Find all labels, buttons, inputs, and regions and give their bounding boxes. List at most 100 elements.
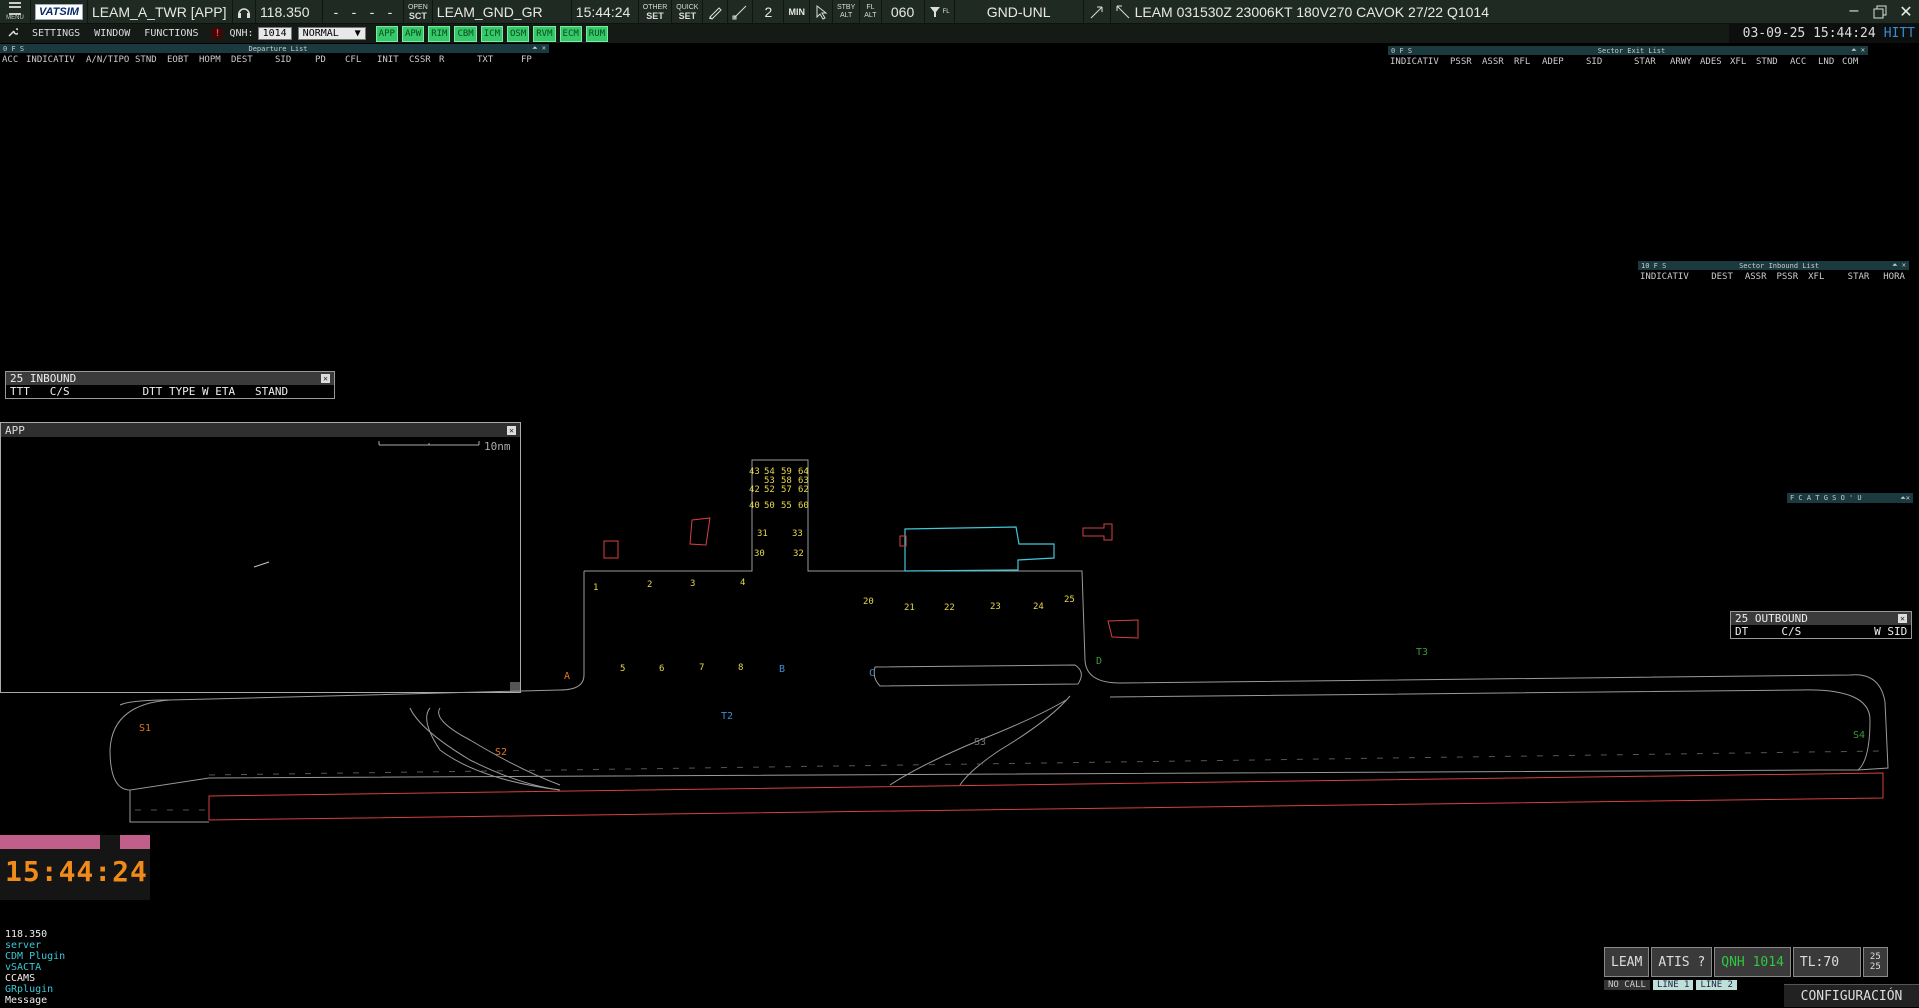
app-titlebar[interactable]: APP ✕ [1, 423, 520, 437]
column-header[interactable]: FP [521, 55, 535, 65]
qnh-input[interactable]: 1014 [257, 27, 292, 40]
dash-3[interactable]: - [370, 4, 375, 20]
app-radar-view[interactable]: 10nm [1, 437, 520, 692]
column-header[interactable]: DEST [1711, 272, 1745, 282]
close-icon[interactable]: ✕ [1861, 46, 1865, 54]
ruler-button[interactable] [728, 0, 754, 23]
close-icon[interactable]: ✕ [507, 425, 516, 435]
layer-button-apw[interactable]: APW [401, 25, 425, 42]
alert-button[interactable]: ! [211, 28, 224, 39]
collapse-icon[interactable]: ⏶ [1851, 46, 1857, 54]
column-header[interactable]: PSSR [1450, 57, 1482, 67]
sector-exit-titlebar[interactable]: 0 F S Sector Exit List ⏶ ✕ [1388, 46, 1868, 55]
column-header[interactable]: COM [1842, 57, 1866, 67]
wrench-button[interactable] [0, 27, 25, 41]
message-line[interactable]: server [5, 940, 65, 951]
column-header[interactable]: PD [315, 55, 345, 65]
column-header[interactable]: R [439, 55, 477, 65]
column-header[interactable]: HORA [1883, 272, 1907, 282]
message-line[interactable]: vSACTA [5, 962, 65, 973]
range-field[interactable]: GND-UNL [955, 0, 1084, 23]
wind-button[interactable] [1084, 0, 1111, 23]
callsign-field[interactable]: LEAM_A_TWR [APP] [88, 0, 233, 23]
column-header[interactable]: ACC [1790, 57, 1818, 67]
layer-button-icm[interactable]: ICM [480, 25, 503, 42]
functions-menu[interactable]: FUNCTIONS [137, 28, 205, 39]
airport-button[interactable]: LEAM [1604, 947, 1650, 977]
column-header[interactable]: LND [1818, 57, 1842, 67]
collapse-icon[interactable]: ⏶ [1892, 261, 1898, 269]
departure-list-titlebar[interactable]: 0 F S Departure List ⏶ ✕ [0, 44, 549, 53]
column-header[interactable]: ACC [2, 55, 26, 65]
filter-bar[interactable]: F C A T G S O ' U ⏶✕ [1787, 493, 1913, 503]
column-header[interactable]: ARWY [1670, 57, 1700, 67]
column-header[interactable]: HOPM [199, 55, 231, 65]
column-header[interactable]: ADES [1700, 57, 1730, 67]
column-header[interactable]: STND [1756, 57, 1790, 67]
headset-button[interactable] [233, 0, 256, 23]
menu-button[interactable]: MENU [0, 0, 31, 23]
column-header[interactable]: A/N/TIPO [86, 55, 135, 65]
line-1-indicator[interactable]: LINE 1 [1652, 980, 1694, 990]
column-header[interactable]: INDICATIV [1390, 57, 1450, 67]
column-header[interactable]: RFL [1514, 57, 1542, 67]
close-icon[interactable]: ✕ [1898, 614, 1907, 623]
layer-button-cbm[interactable]: CBM [454, 25, 477, 42]
column-header[interactable]: ASSR [1482, 57, 1514, 67]
minimize-icon[interactable]: – [1841, 2, 1867, 22]
close-icon[interactable]: ✕ [542, 44, 546, 52]
resize-handle[interactable] [510, 682, 520, 692]
column-header[interactable]: INIT [377, 55, 409, 65]
tl-status[interactable]: TL:70 [1792, 947, 1861, 977]
column-header[interactable]: CSSR [409, 55, 439, 65]
mode-select[interactable]: NORMAL ▼ [297, 27, 366, 40]
alt-value-field[interactable]: 060 [882, 0, 925, 23]
column-header[interactable]: STAR [1634, 57, 1670, 67]
column-header[interactable]: CFL [345, 55, 377, 65]
column-header[interactable]: SID [275, 55, 315, 65]
close-icon[interactable]: ✕ [1893, 2, 1919, 22]
dash-1[interactable]: - [334, 4, 339, 20]
close-icon[interactable]: ✕ [1902, 261, 1906, 269]
column-header[interactable]: XFL [1730, 57, 1756, 67]
inbound-titlebar[interactable]: 25 INBOUND ✕ [6, 372, 334, 385]
column-header[interactable]: INDICATIV [1640, 272, 1711, 282]
min-button[interactable]: MIN [784, 0, 810, 23]
message-line[interactable]: GRplugin [5, 984, 65, 995]
close-icon[interactable]: ✕ [321, 374, 330, 383]
message-line[interactable]: Message [5, 995, 65, 1006]
layer-button-app[interactable]: APP [375, 25, 398, 42]
drag-button[interactable] [810, 0, 833, 23]
stby-alt-button[interactable]: STBY ALT [833, 0, 861, 23]
fl-filter-button[interactable]: FL [925, 0, 955, 23]
dash-4[interactable]: - [388, 4, 393, 20]
layer-button-rim[interactable]: RIM [428, 25, 451, 42]
column-header[interactable]: DEST [231, 55, 275, 65]
message-line[interactable]: CDM Plugin [5, 951, 65, 962]
qnh-status[interactable]: QNH 1014 [1714, 947, 1791, 977]
layer-button-rum[interactable]: RUM [585, 25, 609, 42]
column-header[interactable]: STAR [1848, 272, 1884, 282]
message-line[interactable]: 118.350 [5, 929, 65, 940]
config-button[interactable]: CONFIGURACIÓN [1784, 984, 1919, 1007]
min-value-field[interactable]: 2 [753, 0, 785, 23]
pencil-button[interactable] [703, 0, 729, 23]
sector-inbound-titlebar[interactable]: 10 F S Sector Inbound List ⏶ ✕ [1638, 261, 1909, 270]
line-2-indicator[interactable]: LINE 2 [1696, 980, 1737, 990]
column-header[interactable]: PSSR [1776, 272, 1808, 282]
column-header[interactable]: TXT [477, 55, 521, 65]
dash-2[interactable]: - [352, 4, 357, 20]
frequency-field[interactable]: 118.350 [256, 0, 323, 23]
maximize-icon[interactable] [1867, 2, 1893, 22]
controller-field[interactable]: LEAM_GND_GR [433, 0, 572, 23]
outbound-titlebar[interactable]: 25 OUTBOUND ✕ [1731, 612, 1911, 625]
layer-button-ecm[interactable]: ECM [559, 25, 582, 42]
atis-button[interactable]: ATIS ? [1651, 947, 1713, 977]
column-header[interactable]: SID [1586, 57, 1634, 67]
column-header[interactable]: ASSR [1745, 272, 1777, 282]
column-header[interactable]: STND [135, 55, 167, 65]
window-menu[interactable]: WINDOW [87, 28, 137, 39]
quick-set-button[interactable]: QUICK SET [672, 0, 704, 23]
other-set-button[interactable]: OTHER SET [639, 0, 673, 23]
column-header[interactable]: XFL [1808, 272, 1848, 282]
